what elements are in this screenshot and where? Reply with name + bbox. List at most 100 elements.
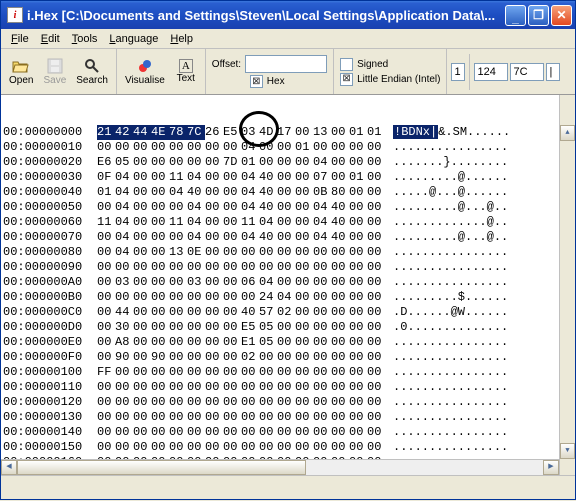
hex-byte[interactable]: 00 bbox=[205, 215, 223, 230]
hex-row[interactable]: 00:000000400104000004400000044000000B800… bbox=[1, 185, 575, 200]
hex-byte[interactable]: 00 bbox=[313, 425, 331, 440]
hex-byte[interactable]: 00 bbox=[223, 380, 241, 395]
hex-byte[interactable]: 04 bbox=[187, 170, 205, 185]
hex-byte[interactable]: 00 bbox=[349, 410, 367, 425]
hex-byte[interactable]: 00 bbox=[115, 380, 133, 395]
hex-byte[interactable]: 00 bbox=[259, 425, 277, 440]
hex-byte[interactable]: 40 bbox=[259, 230, 277, 245]
ascii-column[interactable]: ................ bbox=[385, 395, 508, 410]
hex-byte[interactable]: 00 bbox=[223, 425, 241, 440]
hex-byte[interactable]: 00 bbox=[277, 320, 295, 335]
hex-byte[interactable]: 00 bbox=[97, 410, 115, 425]
hex-byte[interactable]: 00 bbox=[241, 410, 259, 425]
hex-byte[interactable]: 00 bbox=[151, 410, 169, 425]
hex-byte[interactable]: 00 bbox=[277, 425, 295, 440]
hex-byte[interactable]: 00 bbox=[97, 320, 115, 335]
hex-byte[interactable]: 00 bbox=[367, 425, 385, 440]
hex-byte[interactable]: 00 bbox=[313, 350, 331, 365]
hex-byte[interactable]: 00 bbox=[151, 245, 169, 260]
hex-byte[interactable]: 00 bbox=[331, 170, 349, 185]
hex-row[interactable]: 00:0000011000000000000000000000000000000… bbox=[1, 380, 575, 395]
hex-byte[interactable]: 00 bbox=[205, 200, 223, 215]
save-button[interactable]: Save bbox=[39, 52, 70, 92]
hex-row[interactable]: 00:0000009000000000000000000000000000000… bbox=[1, 260, 575, 275]
hex-byte[interactable]: 00 bbox=[187, 335, 205, 350]
hex-byte[interactable]: 00 bbox=[277, 260, 295, 275]
hex-byte[interactable]: 00 bbox=[331, 320, 349, 335]
hex-byte[interactable]: 00 bbox=[331, 125, 349, 140]
hex-byte[interactable]: 01 bbox=[241, 155, 259, 170]
hex-byte[interactable]: 00 bbox=[169, 140, 187, 155]
ascii-column[interactable]: ................ bbox=[385, 440, 508, 455]
hex-byte[interactable]: 00 bbox=[223, 275, 241, 290]
hex-byte[interactable]: 00 bbox=[187, 425, 205, 440]
hex-byte[interactable]: 00 bbox=[241, 245, 259, 260]
hex-byte[interactable]: 00 bbox=[169, 425, 187, 440]
hex-byte[interactable]: 4D bbox=[259, 125, 277, 140]
hex-byte[interactable]: 00 bbox=[295, 245, 313, 260]
hex-byte[interactable]: 00 bbox=[169, 260, 187, 275]
hex-byte[interactable]: 00 bbox=[295, 170, 313, 185]
hex-byte[interactable]: 00 bbox=[313, 260, 331, 275]
ascii-column[interactable]: .....@...@...... bbox=[385, 185, 508, 200]
hex-byte[interactable]: 00 bbox=[151, 365, 169, 380]
hex-row[interactable]: 00:000000A000030000000300000604000000000… bbox=[1, 275, 575, 290]
hex-byte[interactable]: 00 bbox=[205, 170, 223, 185]
hex-byte[interactable]: 00 bbox=[205, 140, 223, 155]
field-size[interactable] bbox=[451, 63, 465, 81]
scroll-right-icon[interactable]: ▶ bbox=[543, 460, 559, 475]
hex-byte[interactable]: 00 bbox=[187, 365, 205, 380]
hex-row[interactable]: 00:000000002142444E787C26E5034D170013000… bbox=[1, 125, 575, 140]
hex-byte[interactable]: 00 bbox=[295, 185, 313, 200]
hex-byte[interactable]: 00 bbox=[151, 320, 169, 335]
hex-row[interactable]: 00:0000007000040000000400000440000004400… bbox=[1, 230, 575, 245]
hex-byte[interactable]: 00 bbox=[133, 380, 151, 395]
hex-byte[interactable]: 00 bbox=[223, 395, 241, 410]
hex-byte[interactable]: 11 bbox=[169, 215, 187, 230]
hex-byte[interactable]: 40 bbox=[241, 305, 259, 320]
hex-byte[interactable]: 00 bbox=[97, 140, 115, 155]
ascii-column[interactable]: ................ bbox=[385, 260, 508, 275]
hex-byte[interactable]: 0F bbox=[97, 170, 115, 185]
hex-byte[interactable]: 00 bbox=[133, 305, 151, 320]
hex-byte[interactable]: 00 bbox=[295, 425, 313, 440]
hex-byte[interactable]: 00 bbox=[259, 140, 277, 155]
minimize-button[interactable]: _ bbox=[505, 5, 526, 26]
hex-byte[interactable]: 05 bbox=[115, 155, 133, 170]
hex-byte[interactable]: 00 bbox=[151, 200, 169, 215]
hex-byte[interactable]: 00 bbox=[259, 440, 277, 455]
hex-byte[interactable]: 00 bbox=[169, 410, 187, 425]
hex-byte[interactable]: 00 bbox=[331, 275, 349, 290]
hex-byte[interactable]: 00 bbox=[277, 200, 295, 215]
field-hex[interactable] bbox=[510, 63, 544, 81]
hex-byte[interactable]: 00 bbox=[349, 395, 367, 410]
hex-byte[interactable]: 00 bbox=[169, 440, 187, 455]
hex-byte[interactable]: 00 bbox=[97, 200, 115, 215]
hex-byte[interactable]: 00 bbox=[367, 185, 385, 200]
hex-byte[interactable]: 00 bbox=[187, 305, 205, 320]
hex-byte[interactable]: 00 bbox=[223, 140, 241, 155]
hex-byte[interactable]: 00 bbox=[187, 290, 205, 305]
ascii-column[interactable]: .D......@W...... bbox=[385, 305, 508, 320]
hex-byte[interactable]: 00 bbox=[151, 185, 169, 200]
hex-byte[interactable]: 00 bbox=[187, 320, 205, 335]
hex-byte[interactable]: 00 bbox=[367, 245, 385, 260]
hex-byte[interactable]: 00 bbox=[223, 305, 241, 320]
hex-byte[interactable]: 00 bbox=[133, 245, 151, 260]
hex-byte[interactable]: 00 bbox=[223, 290, 241, 305]
hex-byte[interactable]: 00 bbox=[169, 200, 187, 215]
hex-byte[interactable]: 00 bbox=[187, 260, 205, 275]
hex-byte[interactable]: 00 bbox=[349, 425, 367, 440]
hex-row[interactable]: 00:00000020E60500000000007D0100000004000… bbox=[1, 155, 575, 170]
endian-checkbox[interactable]: ⊠ bbox=[340, 73, 353, 86]
close-button[interactable]: ✕ bbox=[551, 5, 572, 26]
hex-byte[interactable]: 00 bbox=[133, 410, 151, 425]
hex-byte[interactable]: 00 bbox=[331, 305, 349, 320]
hex-view[interactable]: 00:000000002142444E787C26E5034D170013000… bbox=[1, 95, 575, 475]
hex-byte[interactable]: 00 bbox=[367, 350, 385, 365]
hex-byte[interactable]: 00 bbox=[133, 275, 151, 290]
hex-byte[interactable]: 00 bbox=[367, 140, 385, 155]
hex-byte[interactable]: 00 bbox=[115, 395, 133, 410]
hex-byte[interactable]: 00 bbox=[169, 380, 187, 395]
hex-byte[interactable]: 00 bbox=[367, 230, 385, 245]
